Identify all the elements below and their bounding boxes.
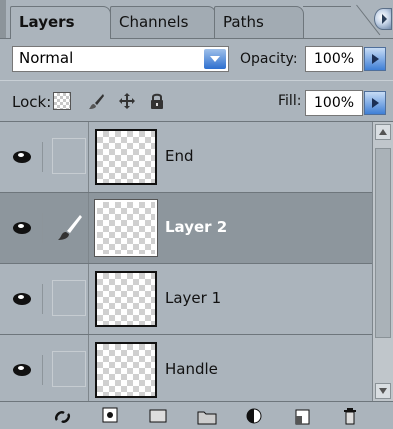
layer-name[interactable]: Layer 1 <box>165 289 221 307</box>
blend-mode-select[interactable]: Normal <box>12 46 229 72</box>
eye-visibility-icon[interactable] <box>8 142 43 172</box>
scroll-up-arrow-icon[interactable] <box>375 124 391 140</box>
layer-link-cell[interactable] <box>52 280 86 316</box>
delete-layer-trash-icon[interactable] <box>340 406 362 428</box>
tab-layers[interactable]: Layers <box>10 6 111 39</box>
tab-paths[interactable]: Paths <box>214 6 304 38</box>
fill-label: Fill: <box>278 93 302 109</box>
layer-name[interactable]: End <box>165 147 194 165</box>
tab-bar: Layers Channels Paths <box>0 0 393 39</box>
layers-list: End Layer 2 Layer 1 Handle <box>0 122 372 406</box>
row-divider <box>88 264 89 334</box>
layer-thumbnail[interactable] <box>94 199 158 257</box>
opacity-field[interactable]: 100% <box>305 46 363 72</box>
tab-bar-empty-area <box>303 6 351 39</box>
scroll-thumb[interactable] <box>375 148 391 338</box>
link-layers-icon[interactable] <box>52 406 74 428</box>
layers-panel: Layers Channels Paths Normal Opacity: 10… <box>0 0 393 429</box>
opacity-label: Opacity: <box>240 51 298 67</box>
create-group-folder-icon[interactable] <box>196 406 218 428</box>
layer-row-handle[interactable]: Handle <box>0 335 372 406</box>
row-divider <box>88 335 89 405</box>
layer-name[interactable]: Handle <box>165 360 218 378</box>
add-layer-style-icon[interactable] <box>100 406 122 428</box>
scroll-down-arrow-icon[interactable] <box>375 383 391 399</box>
row-divider <box>88 193 89 263</box>
panel-menu-arrow-icon[interactable] <box>374 8 392 30</box>
panel-grip[interactable] <box>0 0 6 38</box>
brush-active-layer-icon[interactable] <box>52 209 86 245</box>
lock-image-pixels-brush-icon[interactable] <box>88 92 106 110</box>
opacity-slider-arrow-icon[interactable] <box>364 47 386 71</box>
row-divider <box>88 122 89 192</box>
adjustment-layer-icon[interactable] <box>244 406 266 428</box>
lock-position-move-icon[interactable] <box>118 92 136 110</box>
tab-channels[interactable]: Channels <box>110 6 216 38</box>
lock-transparent-pixels-icon[interactable] <box>53 92 71 110</box>
eye-visibility-icon[interactable] <box>8 284 43 314</box>
lock-all-padlock-icon[interactable] <box>148 92 166 110</box>
layer-thumbnail[interactable] <box>95 129 157 185</box>
eye-visibility-icon[interactable] <box>8 213 43 243</box>
layer-link-cell[interactable] <box>52 138 86 174</box>
new-layer-icon[interactable] <box>292 406 314 428</box>
layer-row-layer-2[interactable]: Layer 2 <box>0 193 372 264</box>
eye-visibility-icon[interactable] <box>8 355 43 385</box>
layers-bottom-toolbar <box>0 401 393 429</box>
layers-scrollbar[interactable] <box>372 122 393 401</box>
chevron-down-icon[interactable] <box>204 49 226 69</box>
fill-field[interactable]: 100% <box>305 90 363 116</box>
layer-name[interactable]: Layer 2 <box>165 218 227 236</box>
layer-row-layer-1[interactable]: Layer 1 <box>0 264 372 335</box>
layer-thumbnail[interactable] <box>95 342 157 398</box>
blend-options-row: Normal Opacity: 100% <box>0 39 393 79</box>
fill-slider-arrow-icon[interactable] <box>364 91 386 115</box>
layer-row-end[interactable]: End <box>0 122 372 193</box>
lock-row: Lock: Fill: 100% <box>0 80 393 122</box>
layer-link-cell[interactable] <box>52 351 86 387</box>
blend-mode-value: Normal <box>19 49 74 67</box>
layer-thumbnail[interactable] <box>95 271 157 327</box>
lock-label: Lock: <box>12 93 52 111</box>
add-layer-mask-icon[interactable] <box>148 406 170 428</box>
